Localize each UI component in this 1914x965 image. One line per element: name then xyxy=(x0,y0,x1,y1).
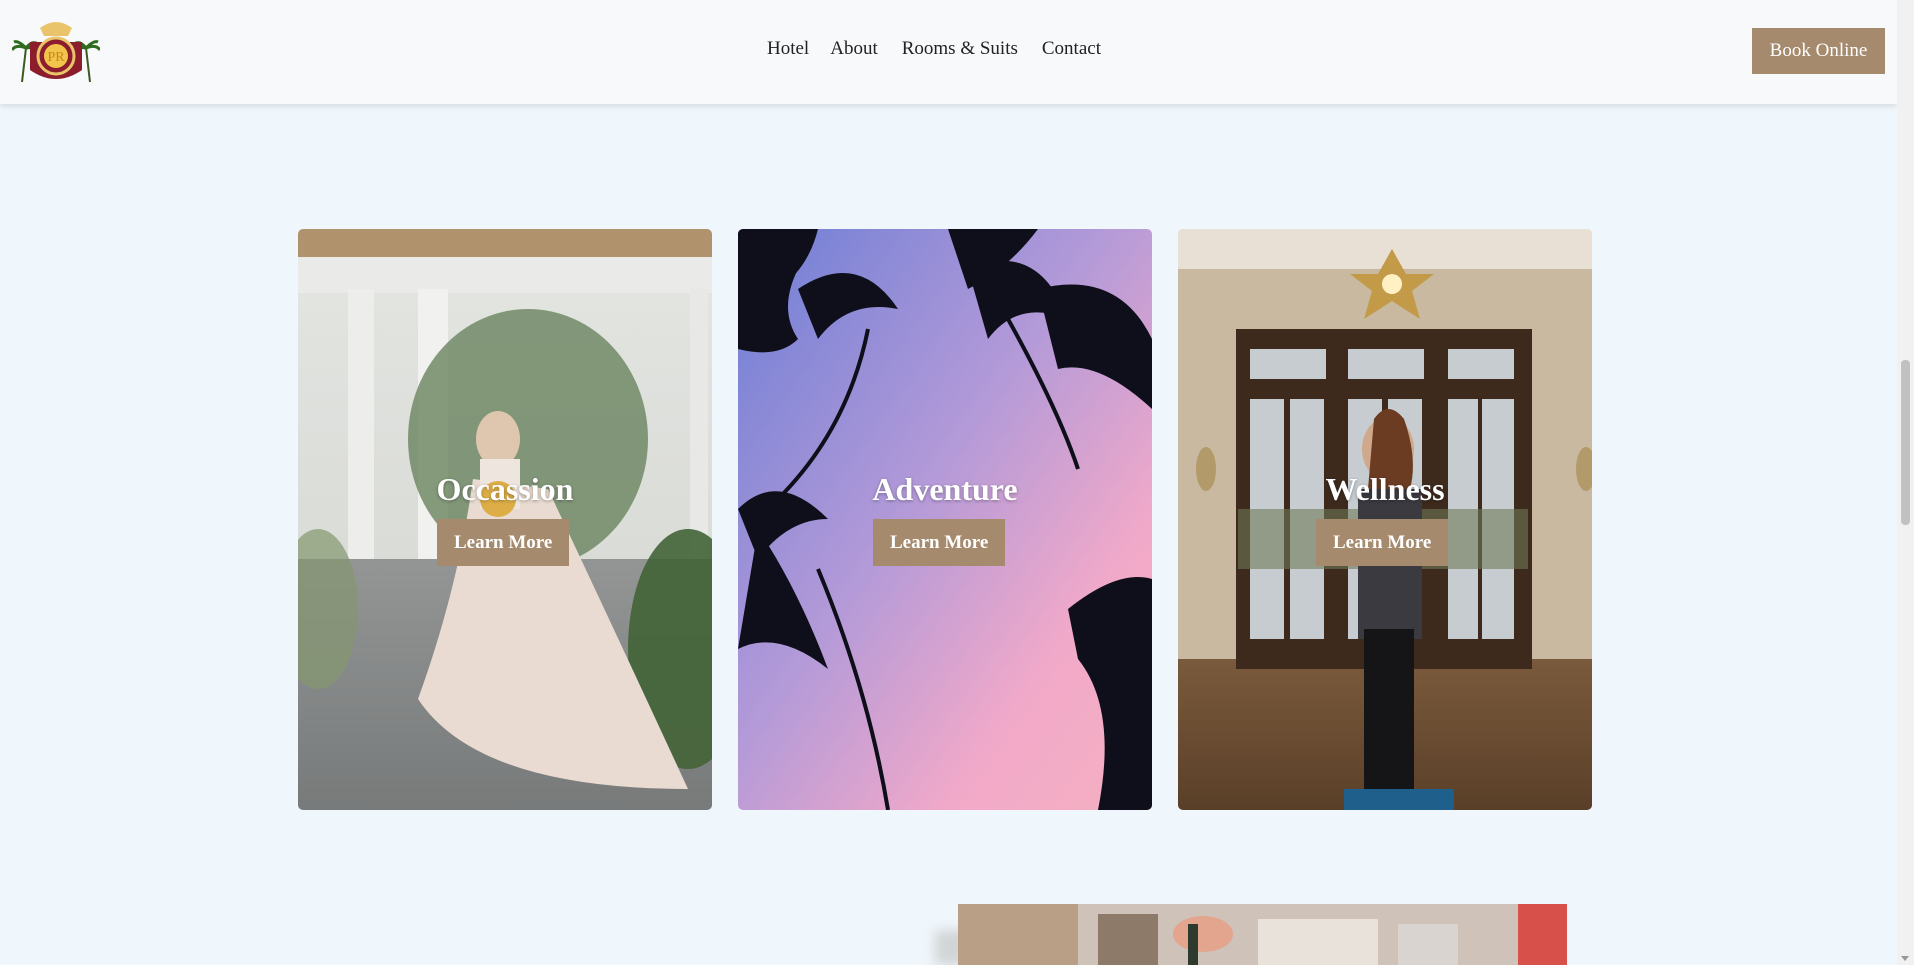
nav-hotel[interactable]: Hotel xyxy=(767,38,809,60)
card-title: Wellness xyxy=(1325,471,1445,507)
card-title: Occassion xyxy=(436,471,574,507)
page-scrollbar[interactable] xyxy=(1897,0,1914,965)
main-nav: Hotel About Rooms & Suits Contact xyxy=(767,38,1122,60)
nav-contact[interactable]: Contact xyxy=(1042,38,1101,60)
learn-more-button[interactable]: Learn More xyxy=(1316,519,1449,566)
card-wellness: Wellness Learn More xyxy=(1178,229,1592,810)
scrollbar-thumb[interactable] xyxy=(1901,360,1910,525)
nav-about[interactable]: About xyxy=(830,38,878,60)
nav-rooms-suits[interactable]: Rooms & Suits xyxy=(902,38,1018,60)
learn-more-button[interactable]: Learn More xyxy=(873,519,1006,566)
svg-text:PR: PR xyxy=(47,50,65,65)
site-header: PR Hotel About Rooms & Suits Contact Boo… xyxy=(0,0,1897,104)
learn-more-button[interactable]: Learn More xyxy=(437,519,570,566)
card-occassion: Occassion Learn More xyxy=(298,229,712,810)
card-adventure: Adventure Learn More xyxy=(738,229,1152,810)
book-online-button[interactable]: Book Online xyxy=(1752,28,1885,74)
card-title: Adventure xyxy=(872,471,1018,507)
restaurant-photo xyxy=(958,904,1567,965)
hotel-logo[interactable]: PR xyxy=(12,14,100,86)
scroll-down-arrow-icon[interactable] xyxy=(1901,956,1909,961)
